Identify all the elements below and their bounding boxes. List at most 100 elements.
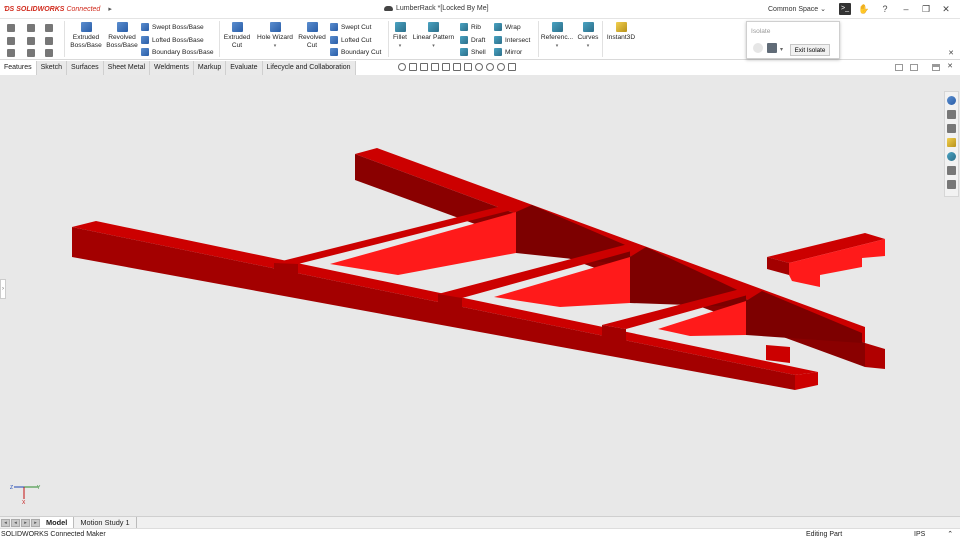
reference-geometry-button[interactable]: Referenc... ▾ (540, 22, 574, 50)
dropdown-caret-icon[interactable]: ▾ (540, 42, 574, 50)
dropdown-caret-icon[interactable]: ▾ (254, 42, 296, 50)
properties-icon[interactable] (45, 49, 53, 57)
tab-sketch[interactable]: Sketch (36, 61, 68, 75)
mirror-label: Mirror (505, 48, 523, 56)
command-prompt-icon[interactable]: >_ (839, 3, 851, 15)
prev-tab-icon[interactable]: ◂ (11, 518, 20, 527)
appearances-icon[interactable] (947, 152, 956, 161)
custom-properties-icon[interactable] (947, 166, 956, 175)
instant3d-label: Instant3D (606, 34, 636, 41)
tile-vertical-icon[interactable] (910, 64, 918, 71)
tab-features[interactable]: Features (0, 61, 37, 75)
tile-icon[interactable] (895, 64, 903, 71)
units-selector[interactable]: IPS ⌃ (914, 529, 953, 540)
doc-close-icon[interactable]: ✕ (944, 61, 956, 73)
doc-minimize-icon[interactable] (932, 64, 940, 71)
undo-icon[interactable] (45, 24, 53, 32)
first-tab-icon[interactable]: ◂ (1, 518, 10, 527)
new-icon[interactable] (7, 37, 15, 45)
linear-pattern-button[interactable]: Linear Pattern ▾ (411, 22, 456, 50)
restore-icon[interactable]: ❐ (920, 3, 932, 15)
previous-view-icon[interactable] (420, 63, 428, 71)
close-icon[interactable]: ✕ (940, 3, 952, 15)
boundary-boss-button[interactable]: Boundary Boss/Base (141, 48, 214, 56)
tab-surfaces[interactable]: Surfaces (67, 61, 104, 75)
extruded-boss-button[interactable]: Extruded Boss/Base (68, 22, 104, 50)
save-display-state-icon[interactable] (767, 43, 777, 53)
open-icon[interactable] (7, 49, 15, 57)
tab-sheet-metal[interactable]: Sheet Metal (103, 61, 151, 75)
exit-isolate-button[interactable]: Exit Isolate (790, 44, 830, 56)
view-settings-icon[interactable] (508, 63, 516, 71)
graphics-area[interactable]: Y X Z › (0, 75, 960, 516)
wrap-button[interactable]: Wrap (494, 23, 521, 31)
3dexperience-icon[interactable] (947, 180, 956, 189)
dropdown-caret-icon[interactable]: ▾ (411, 42, 456, 50)
swept-boss-button[interactable]: Swept Boss/Base (141, 23, 204, 31)
view-palette-icon[interactable] (947, 138, 956, 147)
caret-right-icon[interactable]: ▸ (108, 5, 112, 13)
display-style-icon[interactable] (753, 43, 763, 53)
save-icon[interactable] (27, 24, 35, 32)
reference-geometry-icon (551, 22, 563, 32)
chevron-down-icon[interactable]: ▾ (780, 46, 783, 53)
fillet-button[interactable]: Fillet ▾ (390, 22, 410, 50)
zoom-to-area-icon[interactable] (409, 63, 417, 71)
intersect-button[interactable]: Intersect (494, 36, 530, 44)
minimize-icon[interactable]: – (900, 3, 912, 15)
view-orientation-icon[interactable] (453, 63, 461, 71)
help-icon[interactable]: ? (879, 3, 891, 15)
redo-icon[interactable] (45, 37, 53, 45)
display-style-icon[interactable] (464, 63, 472, 71)
loose-beam[interactable] (767, 233, 885, 287)
tab-weldments[interactable]: Weldments (150, 61, 194, 75)
dynamic-annotation-icon[interactable] (442, 63, 450, 71)
dropdown-caret-icon[interactable]: ▾ (390, 42, 410, 50)
curves-button[interactable]: Curves ▾ (576, 22, 600, 50)
rebuild-icon[interactable] (27, 37, 35, 45)
boundary-cut-button[interactable]: Boundary Cut (330, 48, 381, 56)
file-explorer-icon[interactable] (947, 124, 956, 133)
revolved-boss-button[interactable]: Revolved Boss/Base (104, 22, 140, 50)
apply-scene-icon[interactable] (497, 63, 505, 71)
heads-up-view-toolbar (398, 63, 516, 71)
home-icon[interactable] (7, 24, 15, 32)
mirror-button[interactable]: Mirror (494, 48, 522, 56)
last-tab-icon[interactable]: ▸ (31, 518, 40, 527)
divider (64, 21, 65, 57)
tab-model[interactable]: Model (40, 517, 75, 528)
dropdown-caret-icon[interactable]: ▾ (576, 42, 600, 50)
solidworks-resources-icon[interactable] (947, 96, 956, 105)
tab-motion-study[interactable]: Motion Study 1 (74, 517, 137, 528)
edit-appearance-icon[interactable] (486, 63, 494, 71)
curves-icon (582, 22, 594, 32)
solidworks-logo[interactable]: ƊS SOLIDWORKS Connected (4, 6, 100, 13)
collapse-ribbon-icon[interactable]: ✕ (945, 48, 957, 60)
tab-evaluate[interactable]: Evaluate (226, 61, 263, 75)
tab-markup[interactable]: Markup (193, 61, 227, 75)
boundary-cut-icon (330, 48, 338, 56)
zoom-to-fit-icon[interactable] (398, 63, 406, 71)
user-hand-icon[interactable]: ✋ (858, 3, 870, 15)
extruded-cut-button[interactable]: Extruded Cut (222, 22, 252, 50)
options-icon[interactable] (27, 49, 35, 57)
hide-show-items-icon[interactable] (475, 63, 483, 71)
revolved-cut-button[interactable]: Revolved Cut (296, 22, 328, 50)
hole-wizard-button[interactable]: Hole Wizard ▾ (254, 22, 296, 50)
instant3d-button[interactable]: Instant3D (604, 22, 638, 42)
section-view-icon[interactable] (431, 63, 439, 71)
rib-button[interactable]: Rib (460, 23, 481, 31)
beam-end (766, 345, 790, 363)
shell-button[interactable]: Shell (460, 48, 486, 56)
swept-cut-button[interactable]: Swept Cut (330, 23, 371, 31)
design-library-icon[interactable] (947, 110, 956, 119)
lumber-rack-model[interactable]: Y X Z (0, 75, 960, 516)
feature-manager-expand-tab[interactable]: › (0, 279, 6, 299)
divider (602, 21, 603, 57)
draft-button[interactable]: Draft (460, 36, 485, 44)
next-tab-icon[interactable]: ▸ (21, 518, 30, 527)
tab-lifecycle[interactable]: Lifecycle and Collaboration (262, 61, 356, 75)
lofted-boss-button[interactable]: Lofted Boss/Base (141, 36, 204, 44)
space-selector[interactable]: Common Space ⌄ (768, 5, 826, 13)
lofted-cut-button[interactable]: Lofted Cut (330, 36, 371, 44)
